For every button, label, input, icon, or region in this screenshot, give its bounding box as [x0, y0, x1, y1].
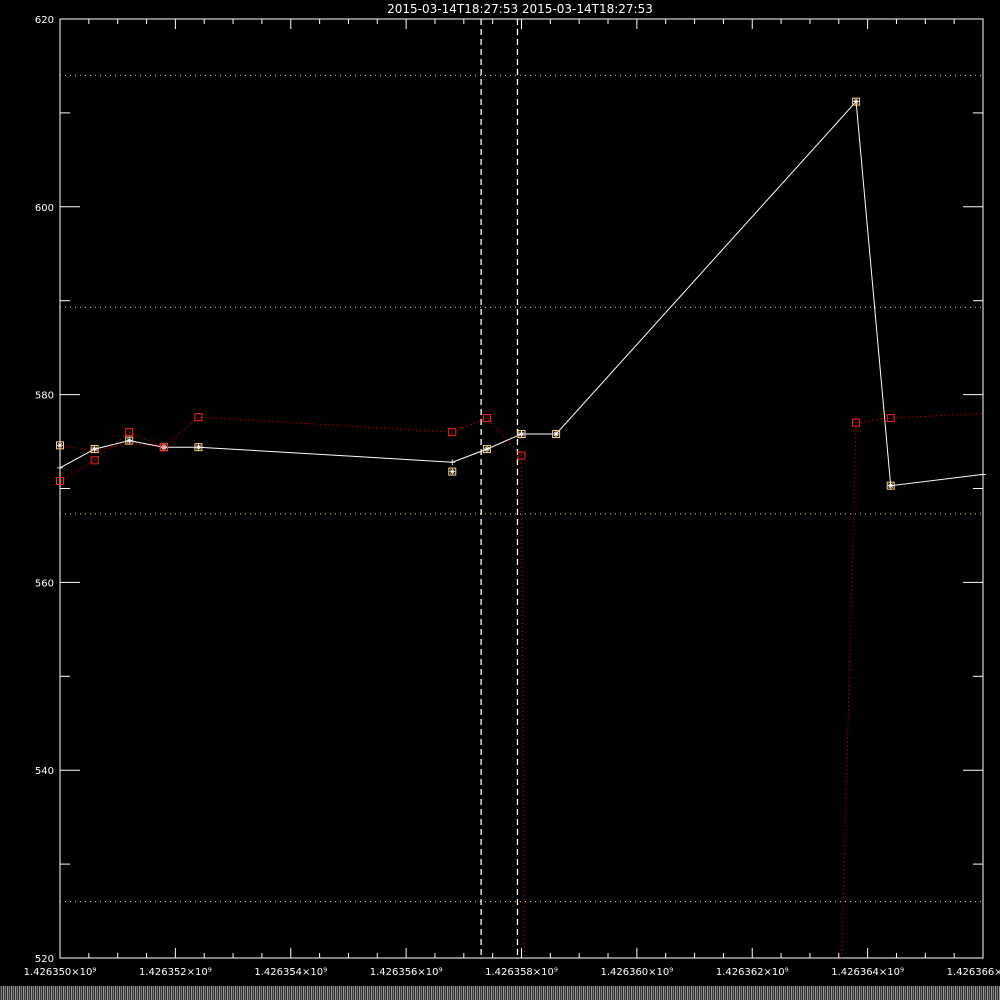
series-point-plus: [57, 464, 63, 471]
x-tick-label: 1.426350×10⁹: [24, 967, 97, 978]
data-point-cross: [483, 446, 490, 453]
y-tick-label: 540: [35, 766, 54, 777]
series-line-2: [60, 412, 983, 958]
x-tick-label: 1.426366×10⁹: [947, 967, 1000, 978]
axis-ticks: [59, 18, 984, 959]
reference-lines: [60, 74, 983, 903]
chart-title: 2015-03-14T18:27:53 2015-03-14T18:27:53: [387, 2, 653, 16]
data-point-cross: [195, 444, 202, 451]
noise-strip: [0, 986, 1000, 1000]
y-tick-label: 620: [35, 15, 54, 26]
x-tick-label: 1.426356×10⁹: [370, 967, 443, 978]
y-tick-label: 520: [35, 954, 54, 965]
x-tick-label: 1.426360×10⁹: [600, 967, 673, 978]
y-tick-label: 600: [35, 203, 54, 214]
data-point-cross: [91, 446, 98, 453]
data-point-cross: [518, 431, 525, 438]
data-point-marker: [482, 414, 491, 423]
x-tick-label: 1.426352×10⁹: [139, 967, 212, 978]
series-line-0: [60, 100, 983, 487]
y-tick-label: 560: [35, 578, 54, 589]
data-point-cross: [126, 437, 133, 444]
y-tick-label: 580: [35, 391, 54, 402]
time-series-chart: 2015-03-14T18:27:53 2015-03-14T18:27:53 …: [24, 2, 1000, 978]
x-tick-label: 1.426364×10⁹: [831, 967, 904, 978]
plot-frame: [59, 18, 984, 959]
series-group: [56, 97, 986, 958]
data-point-cross: [449, 468, 456, 475]
x-tick-label: 1.426362×10⁹: [716, 967, 789, 978]
data-point-marker: [90, 456, 99, 465]
time-markers: [480, 19, 519, 958]
x-tick-label: 1.426358×10⁹: [485, 967, 558, 978]
series-point-plus: [449, 459, 456, 466]
tick-labels: 1.426350×10⁹ 1.426352×10⁹ 1.426354×10⁹ 1.42…: [24, 15, 1000, 978]
x-tick-label: 1.426354×10⁹: [254, 967, 327, 978]
data-point-cross: [887, 482, 894, 489]
series-point-plus: [980, 471, 986, 478]
